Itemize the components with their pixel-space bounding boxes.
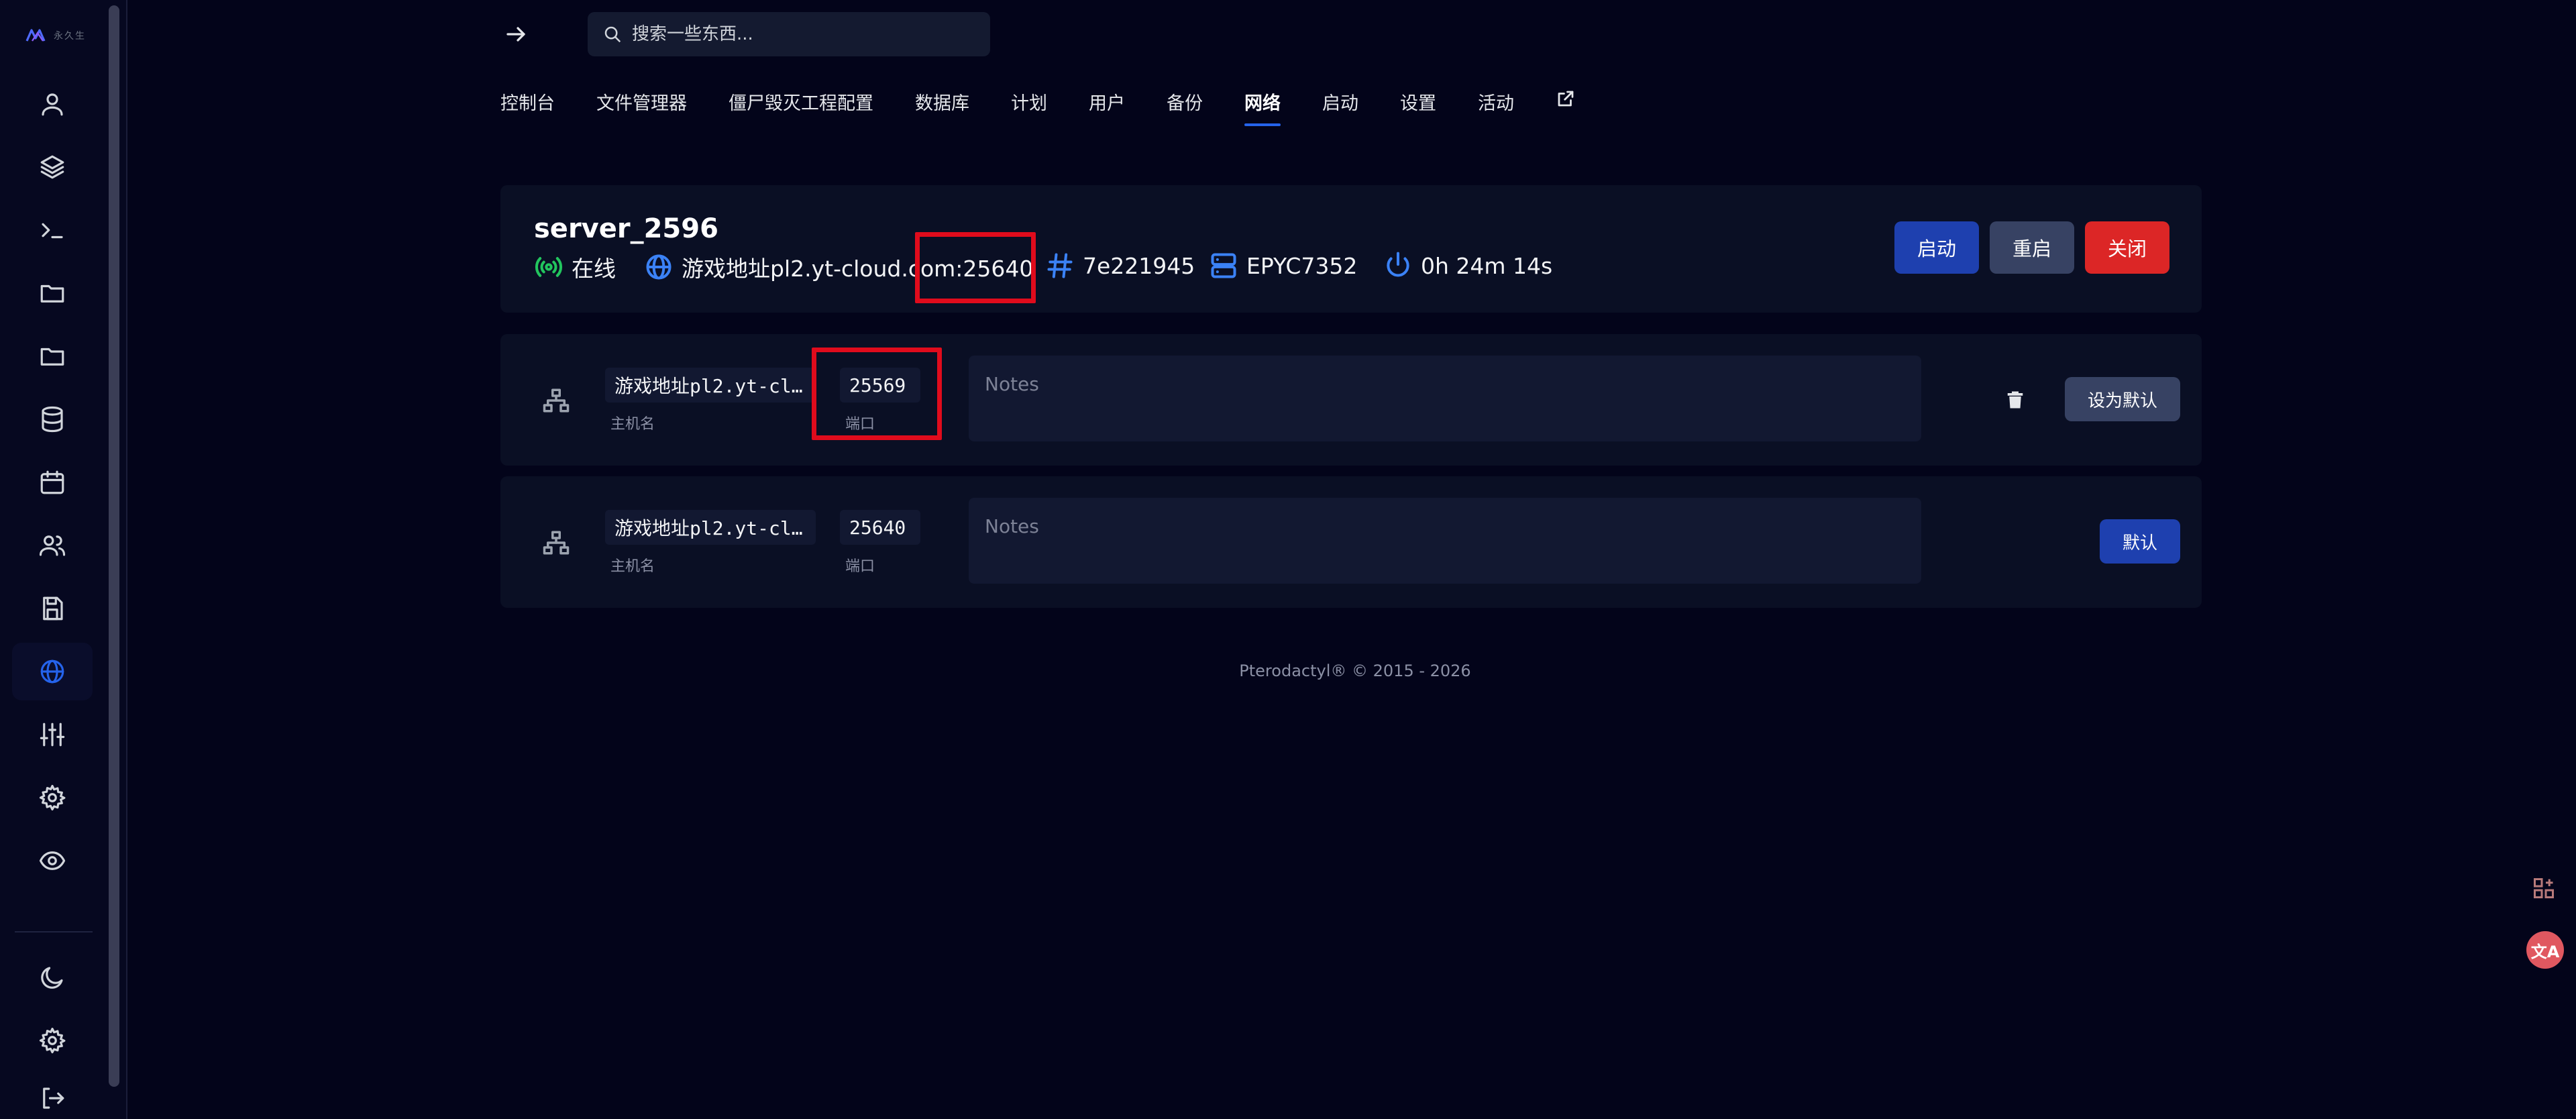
- tab-external-link[interactable]: [1556, 85, 1576, 131]
- allocation-row: 游戏地址pl2.yt-cl… 主机名 25569 端口 设为默认: [500, 334, 2202, 466]
- allocation-hostname[interactable]: 游戏地址pl2.yt-cl…: [605, 368, 816, 403]
- save-icon: [43, 596, 63, 621]
- globe-icon: [40, 659, 64, 684]
- hash-icon: [1047, 253, 1073, 278]
- server-icon: [1211, 253, 1236, 278]
- hostname-label: 主机名: [610, 558, 655, 575]
- tab-game-config[interactable]: 僵尸毁灭工程配置: [729, 85, 873, 131]
- tab-settings[interactable]: 设置: [1400, 85, 1436, 131]
- tab-network[interactable]: 网络: [1244, 85, 1281, 131]
- network-icon: [542, 529, 570, 557]
- logout-icon: [43, 1087, 64, 1109]
- sidebar-item-users[interactable]: [12, 517, 93, 574]
- tab-console[interactable]: 控制台: [500, 85, 555, 131]
- sidebar-item-theme[interactable]: [12, 949, 93, 1006]
- stop-button[interactable]: 关闭: [2085, 221, 2169, 274]
- eye-icon: [39, 851, 66, 870]
- sidebar-item-admin[interactable]: [12, 1012, 93, 1069]
- sidebar-item-startup[interactable]: [12, 706, 93, 763]
- footer-copyright: Pterodactyl® © 2015 - 2026: [1239, 661, 1471, 680]
- tab-backups[interactable]: 备份: [1167, 85, 1203, 131]
- database-icon: [42, 406, 63, 433]
- user-icon: [42, 93, 63, 116]
- sidebar-item-settings[interactable]: [12, 769, 93, 827]
- users-icon: [39, 535, 66, 556]
- highlight-box-address-port: [915, 232, 1036, 303]
- network-icon: [542, 386, 570, 415]
- sidebar: 永久生: [0, 0, 127, 1119]
- sidebar-divider: [15, 931, 93, 933]
- signal-icon: [535, 257, 563, 277]
- allocation-port[interactable]: 25640: [840, 510, 920, 545]
- sidebar-item-activity[interactable]: [12, 832, 93, 890]
- search-input[interactable]: [632, 24, 967, 44]
- search-bar[interactable]: [588, 12, 990, 56]
- server-tabs: 控制台 文件管理器 僵尸毁灭工程配置 数据库 计划 用户 备份 网络 启动 设置…: [500, 85, 1617, 131]
- logo[interactable]: 永久生: [25, 25, 86, 46]
- default-badge-button[interactable]: 默认: [2100, 519, 2180, 564]
- sidebar-item-backups[interactable]: [12, 580, 93, 637]
- apps-grid-icon: [2534, 878, 2554, 898]
- delete-allocation-button[interactable]: [2002, 386, 2029, 413]
- server-id-text: 7e221945: [1083, 252, 1195, 279]
- arrow-right-icon: [506, 27, 525, 42]
- start-button[interactable]: 启动: [1894, 221, 1979, 274]
- set-default-button[interactable]: 设为默认: [2065, 377, 2180, 421]
- sidebar-item-database[interactable]: [12, 390, 93, 448]
- allocation-row: 游戏地址pl2.yt-cl… 主机名 25640 端口 默认: [500, 476, 2202, 608]
- sidebar-item-servers[interactable]: [12, 138, 93, 196]
- sidebar-item-console[interactable]: [12, 201, 93, 259]
- gear-icon: [39, 784, 66, 811]
- folder-icon: [40, 348, 64, 366]
- sidebar-item-schedules[interactable]: [12, 454, 93, 511]
- gear-icon: [39, 1027, 66, 1054]
- server-id: 7e221945: [1045, 251, 1195, 280]
- server-name: server_2596: [534, 213, 718, 244]
- moon-icon: [41, 967, 63, 989]
- server-uptime: 0h 24m 14s: [1383, 251, 1552, 280]
- logo-icon: [25, 29, 46, 42]
- server-cpu: EPYC7352: [1209, 251, 1357, 280]
- logo-text: 永久生: [54, 31, 86, 42]
- expand-sidebar-button[interactable]: [499, 17, 533, 51]
- sidebar-item-network[interactable]: [12, 643, 93, 700]
- external-link-icon: [1558, 91, 1574, 107]
- allocation-notes-input[interactable]: [969, 498, 1921, 584]
- floating-translate-button[interactable]: 文A: [2526, 931, 2564, 969]
- allocation-hostname[interactable]: 游戏地址pl2.yt-cl…: [605, 510, 816, 545]
- power-icon: [1387, 252, 1409, 277]
- globe-icon: [646, 254, 672, 280]
- translate-icon: 文A: [2530, 942, 2560, 961]
- hostname-label: 主机名: [610, 416, 655, 433]
- layers-icon: [40, 155, 64, 179]
- tab-startup[interactable]: 启动: [1322, 85, 1358, 131]
- sidebar-scrollbar-thumb[interactable]: [109, 5, 119, 1087]
- trash-icon: [2007, 391, 2023, 409]
- floating-apps-button[interactable]: [2532, 876, 2556, 900]
- restart-button[interactable]: 重启: [1990, 221, 2074, 274]
- server-cpu-text: EPYC7352: [1246, 252, 1358, 279]
- search-icon: [604, 26, 621, 43]
- sidebar-item-account[interactable]: [12, 75, 93, 133]
- folder-icon: [40, 284, 64, 303]
- terminal-icon: [42, 223, 63, 239]
- port-label: 端口: [845, 558, 875, 575]
- calendar-icon: [40, 470, 64, 494]
- sidebar-item-logout[interactable]: [12, 1075, 93, 1119]
- sidebar-item-folder[interactable]: [12, 327, 93, 385]
- allocation-notes-input[interactable]: [969, 356, 1921, 441]
- tab-files[interactable]: 文件管理器: [596, 85, 687, 131]
- sliders-icon: [40, 723, 65, 747]
- server-status: 在线: [534, 251, 616, 283]
- server-status-text: 在线: [572, 256, 616, 282]
- tab-activity[interactable]: 活动: [1478, 85, 1514, 131]
- sidebar-item-files[interactable]: [12, 264, 93, 322]
- tab-users[interactable]: 用户: [1089, 85, 1125, 131]
- highlight-box-allocation-port: [812, 348, 942, 440]
- tab-schedules[interactable]: 计划: [1011, 85, 1047, 131]
- server-header-card: server_2596 在线 游戏地址pl2.yt-cloud.com:2564…: [500, 185, 2202, 313]
- tab-databases[interactable]: 数据库: [915, 85, 969, 131]
- server-uptime-text: 0h 24m 14s: [1421, 252, 1553, 279]
